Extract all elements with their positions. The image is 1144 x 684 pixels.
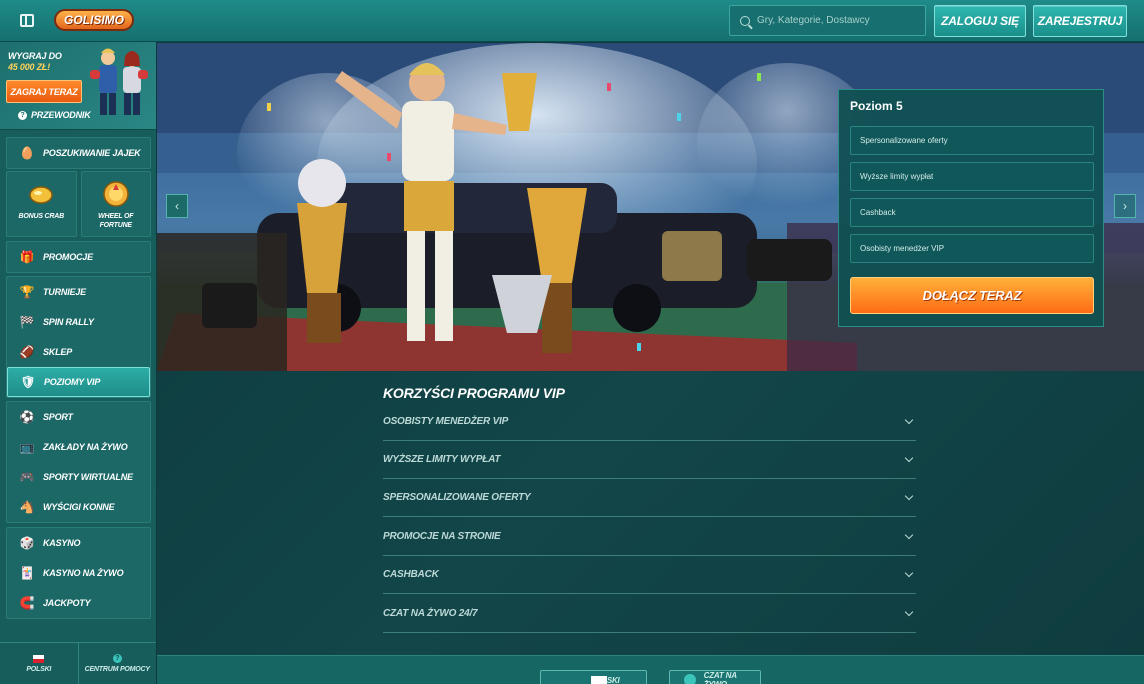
chevron-down-icon	[904, 453, 914, 462]
players-illustration	[90, 48, 148, 115]
sidebar-promo-banner[interactable]: WYGRAJ DO 45 000 ZŁ! ZAGRAJ TERAZ ? PRZE…	[0, 42, 156, 130]
carousel-next-button[interactable]: ›	[1114, 194, 1136, 218]
footer-live-chat-button[interactable]: CZAT NA ŻYWO	[669, 670, 761, 684]
sidebar-item-promotions[interactable]: 🎁 PROMOCJE	[7, 242, 150, 272]
sidebar-item-sport[interactable]: ⚽ SPORT	[7, 402, 150, 432]
crab-icon	[29, 186, 53, 204]
flag-icon	[591, 676, 607, 684]
accordion-item[interactable]: PROMOCJE NA STRONIE	[383, 518, 916, 556]
guide-label: PRZEWODNIK	[31, 110, 91, 120]
chevron-down-icon	[904, 491, 914, 500]
chevron-down-icon	[904, 568, 914, 577]
sidebar-item-jackpots[interactable]: 🧲 JACKPOTY	[7, 588, 150, 618]
vip-benefit-row: Cashback	[850, 198, 1094, 227]
question-icon: ?	[18, 110, 27, 120]
register-button[interactable]: ZAREJESTRUJ	[1033, 5, 1127, 37]
checkered-flag-icon: 🏁	[19, 315, 35, 329]
help-icon: ?	[112, 654, 122, 663]
gift-icon: 🎁	[19, 250, 35, 264]
help-center-link[interactable]: ? CENTRUM POMOCY	[77, 643, 157, 684]
chevron-down-icon	[904, 607, 914, 616]
play-now-button[interactable]: ZAGRAJ TERAZ	[6, 80, 82, 103]
trophy-icon: 🏆	[19, 285, 35, 299]
horse-icon: 🐴	[19, 500, 35, 514]
sidebar-item-spin-rally[interactable]: 🏁 SPIN RALLY	[7, 307, 150, 337]
language-selector[interactable]: POLSKI	[0, 643, 78, 684]
vip-benefits-section: KORZYŚCI PROGRAMU VIP OSOBISTY MENEDŻER …	[157, 371, 1144, 655]
search-icon	[740, 15, 750, 26]
search-input[interactable]	[757, 15, 917, 26]
vip-group: 🏆 TURNIEJE 🏁 SPIN RALLY 🏈 SKLEP 🛡 POZIOM…	[6, 276, 151, 398]
sidebar-item-virtual-sports[interactable]: 🎮 SPORTY WIRTUALNE	[7, 462, 150, 492]
vip-benefit-row: Spersonalizowane oferty	[850, 126, 1094, 155]
sidebar-item-tournaments[interactable]: 🏆 TURNIEJE	[7, 277, 150, 307]
promo-headline: WYGRAJ DO	[8, 51, 62, 61]
horseshoe-icon: 🧲	[19, 596, 35, 610]
accordion-item[interactable]: WYŻSZE LIMITY WYPŁAT	[383, 441, 916, 479]
egg-icon: 🥚	[19, 146, 35, 160]
login-button[interactable]: ZALOGUJ SIĘ	[934, 5, 1026, 37]
vip-level-title: Poziom 5	[850, 99, 903, 113]
shop-icon: 🏈	[19, 345, 35, 359]
sidebar-footer: POLSKI ? CENTRUM POMOCY	[0, 642, 156, 684]
casino-icon: 🎲	[19, 536, 35, 550]
poland-flag-icon	[33, 654, 45, 663]
accordion-item[interactable]: OSOBISTY MENEDŻER VIP	[383, 403, 916, 441]
guide-link[interactable]: ? PRZEWODNIK	[18, 110, 91, 120]
accordion-item[interactable]: SPERSONALIZOWANE OFERTY	[383, 479, 916, 517]
vip-level-card: Poziom 5 Spersonalizowane oferty Wyższe …	[838, 89, 1104, 327]
accordion-item[interactable]: CASHBACK	[383, 556, 916, 594]
feature-tiles: BONUS CRAB WHEEL OF FORTUNE	[6, 171, 151, 237]
search-box[interactable]	[729, 5, 926, 36]
egg-hunt-group: 🥚 POSZUKIWANIE JAJEK	[6, 137, 151, 169]
tile-wheel-of-fortune[interactable]: WHEEL OF FORTUNE	[80, 171, 151, 237]
sidebar-item-horse-racing[interactable]: 🐴 WYŚCIGI KONNE	[7, 492, 150, 522]
chat-icon	[684, 674, 696, 684]
live-bet-icon: 📺	[19, 440, 35, 454]
sport-group: ⚽ SPORT 📺 ZAKŁADY NA ŻYWO 🎮 SPORTY WIRTU…	[6, 401, 151, 523]
soccer-ball-icon: ⚽	[19, 410, 35, 424]
vip-benefit-row: Osobisty menedżer VIP	[850, 234, 1094, 263]
sidebar-item-live-casino[interactable]: 🃏 KASYNO NA ŻYWO	[7, 558, 150, 588]
cards-icon: 🃏	[19, 566, 35, 580]
sidebar-item-vip-levels[interactable]: 🛡 POZIOMY VIP	[7, 367, 150, 397]
accordion-item[interactable]: CZAT NA ŻYWO 24/7	[383, 595, 916, 633]
tile-bonus-crab[interactable]: BONUS CRAB	[6, 171, 77, 237]
vip-badge-icon: 🛡	[20, 375, 36, 389]
promo-amount: 45 000 ZŁ!	[8, 62, 51, 72]
sidebar-toggle-icon[interactable]	[20, 14, 34, 27]
promotions-group: 🎁 PROMOCJE	[6, 241, 151, 273]
sidebar-item-egg-hunt[interactable]: 🥚 POSZUKIWANIE JAJEK	[7, 138, 150, 168]
footer-language-button[interactable]: POLSKI	[540, 670, 647, 684]
top-bar: GOLISIMO ZALOGUJ SIĘ ZAREJESTRUJ	[0, 0, 1144, 42]
site-logo[interactable]: GOLISIMO	[54, 9, 134, 31]
chevron-down-icon	[904, 530, 914, 539]
section-title: KORZYŚCI PROGRAMU VIP	[383, 385, 565, 401]
gamepad-icon: 🎮	[19, 470, 35, 484]
sidebar-item-live-bets[interactable]: 📺 ZAKŁADY NA ŻYWO	[7, 432, 150, 462]
sidebar-item-casino[interactable]: 🎲 KASYNO	[7, 528, 150, 558]
footer-strip: POLSKI CZAT NA ŻYWO	[157, 655, 1144, 684]
vip-benefit-row: Wyższe limity wypłat	[850, 162, 1094, 191]
chevron-down-icon	[904, 415, 914, 424]
casino-group: 🎲 KASYNO 🃏 KASYNO NA ŻYWO 🧲 JACKPOTY	[6, 527, 151, 619]
sidebar-item-shop[interactable]: 🏈 SKLEP	[7, 337, 150, 367]
carousel-prev-button[interactable]: ‹	[166, 194, 188, 218]
sidebar: WYGRAJ DO 45 000 ZŁ! ZAGRAJ TERAZ ? PRZE…	[0, 42, 156, 684]
join-now-button[interactable]: DOŁĄCZ TERAZ	[850, 277, 1094, 314]
wheel-icon	[103, 181, 129, 207]
